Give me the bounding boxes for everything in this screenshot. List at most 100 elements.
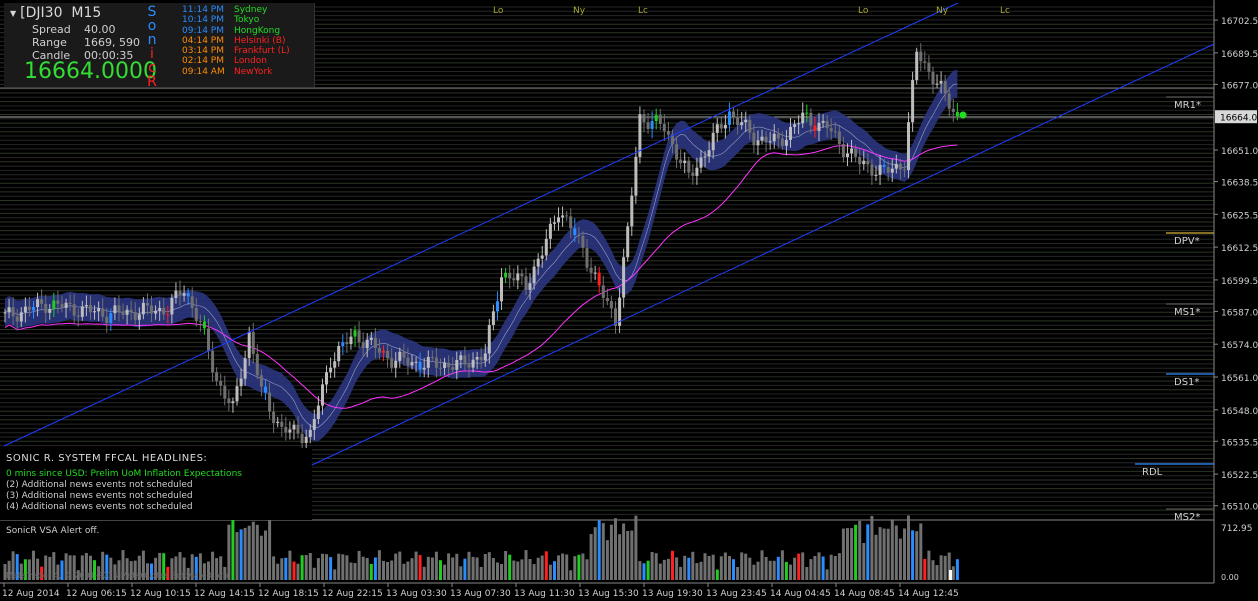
- volume-bar: [434, 551, 438, 580]
- candle-body: [365, 339, 369, 349]
- price-tick-label: 16535.5: [1221, 438, 1258, 448]
- volume-bar: [862, 543, 866, 580]
- volume-bar: [581, 553, 585, 580]
- price-tick-label: 16561.0: [1221, 374, 1258, 384]
- candle-body: [626, 226, 630, 258]
- candle-body: [707, 150, 711, 157]
- candle-body: [137, 314, 141, 320]
- symbol-title[interactable]: ▼ [DJI30 M15: [10, 5, 101, 21]
- volume-bar: [809, 559, 813, 580]
- volume-bar: [723, 552, 727, 580]
- pivot-label: RDL: [1142, 467, 1163, 478]
- session-time: 09:14 AM: [182, 66, 225, 77]
- volume-bar: [447, 553, 451, 580]
- candle-body: [133, 312, 137, 320]
- candle-body: [60, 303, 64, 308]
- volume-bar: [382, 560, 385, 580]
- candle-body: [227, 398, 231, 404]
- candle-body: [512, 278, 516, 281]
- volume-bar: [703, 553, 707, 580]
- volume-bar: [927, 550, 931, 580]
- volume-bar: [589, 534, 593, 580]
- candle-body: [732, 111, 735, 117]
- session-row: 11:14 PM Sydney: [182, 5, 290, 15]
- candle-body: [349, 336, 353, 345]
- candle-body: [719, 124, 723, 129]
- candle-body: [780, 138, 784, 146]
- candle-body: [182, 293, 186, 296]
- candle-body: [56, 300, 60, 304]
- volume-bar: [650, 552, 654, 580]
- volume-bar: [715, 569, 719, 580]
- volume-bar: [247, 525, 251, 580]
- candle-body: [764, 136, 768, 143]
- candle-body: [634, 156, 638, 196]
- candle-body: [211, 350, 215, 373]
- volume-bar: [264, 530, 267, 580]
- candle-body: [597, 272, 601, 286]
- session-city: Helsinki (B): [234, 35, 286, 46]
- volume-bar: [854, 524, 858, 580]
- candle-body: [508, 272, 512, 279]
- vsa-indicator-label: SonicR VSA Alert off.: [6, 526, 100, 536]
- volume-bar: [671, 550, 674, 580]
- volume-bar: [406, 561, 410, 580]
- candle-body: [748, 119, 752, 133]
- candle-body: [862, 160, 866, 165]
- candle-body: [471, 359, 475, 368]
- candle-body: [728, 111, 731, 125]
- candle-body: [646, 122, 650, 129]
- pivot-label: DPV*: [1174, 236, 1200, 247]
- candle-body: [736, 116, 740, 125]
- volume-bar: [626, 531, 630, 580]
- volume-bar: [955, 559, 959, 580]
- candle-body: [581, 235, 585, 248]
- candle-body: [850, 148, 854, 154]
- volume-bar: [418, 555, 422, 580]
- candle-body: [447, 362, 451, 368]
- candle-body: [105, 316, 109, 323]
- candle-body: [430, 356, 434, 358]
- candle-body: [178, 290, 182, 296]
- candle-body: [935, 83, 939, 85]
- dropdown-triangle-icon[interactable]: ▼: [10, 9, 16, 18]
- candle-body: [776, 133, 780, 139]
- candle-body: [150, 305, 153, 314]
- candle-body: [817, 122, 821, 131]
- candle-body: [923, 61, 927, 63]
- volume-bar: [825, 569, 829, 580]
- volume-bar: [935, 565, 939, 580]
- candle-body: [703, 156, 707, 158]
- candle-body: [406, 357, 410, 366]
- candle-body: [361, 342, 365, 349]
- candle-body: [369, 337, 373, 340]
- candle-body: [760, 136, 764, 141]
- volume-bar: [544, 551, 548, 580]
- volume-bar: [801, 552, 805, 580]
- candle-body: [97, 308, 101, 312]
- volume-bar: [858, 520, 862, 580]
- volume-bar: [597, 520, 601, 580]
- candle-body: [789, 126, 792, 140]
- volume-bar: [365, 558, 369, 580]
- candle-body: [532, 266, 536, 284]
- vsa-scale-top: 712.95: [1221, 524, 1253, 534]
- price-tick-label: 16599.5: [1221, 277, 1258, 287]
- session-row: 09:14 AM NewYork: [182, 67, 290, 77]
- volume-bar: [609, 524, 613, 580]
- volume-bar: [577, 554, 581, 580]
- volume-bar: [797, 553, 801, 580]
- session-city: HongKong: [234, 25, 281, 36]
- candle-body: [809, 112, 813, 126]
- volume-bar: [740, 552, 744, 580]
- candle-body: [23, 306, 27, 313]
- volume-bar: [760, 550, 764, 580]
- time-tick-label: 14 Aug 12:45: [898, 589, 959, 599]
- candle-body: [394, 360, 398, 368]
- candle-body: [158, 307, 162, 311]
- volume-bar: [296, 563, 300, 580]
- candle-body: [292, 424, 296, 430]
- volume-bar: [504, 551, 508, 580]
- candle-body: [589, 267, 593, 273]
- candle-body: [80, 306, 84, 317]
